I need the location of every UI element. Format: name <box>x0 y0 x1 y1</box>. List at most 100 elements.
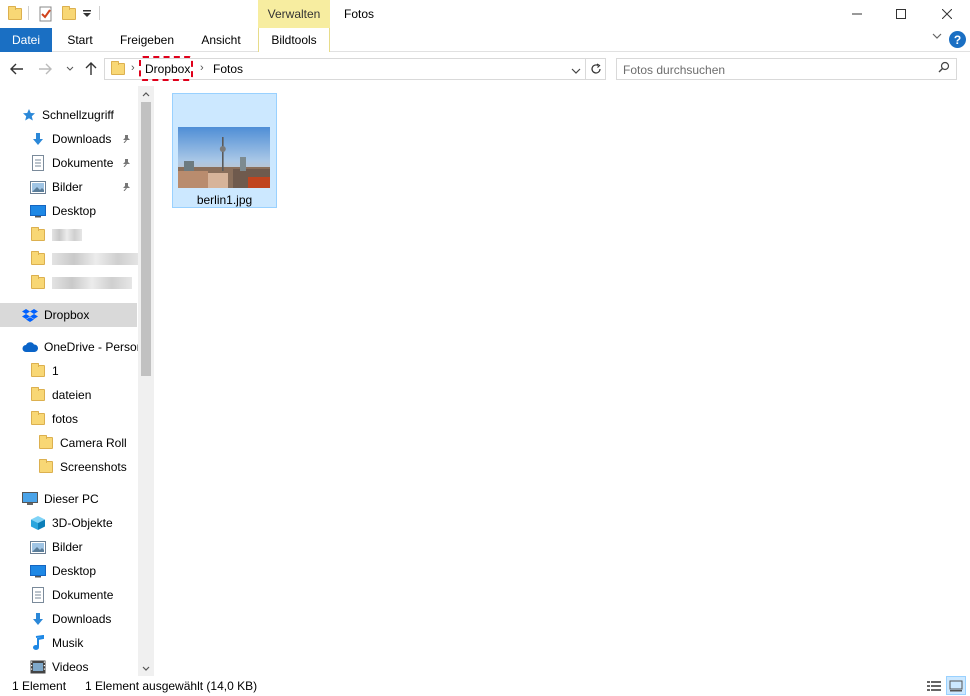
folder-icon <box>30 275 46 291</box>
download-arrow-icon <box>30 131 46 147</box>
forward-button[interactable] <box>36 60 54 78</box>
back-button[interactable] <box>8 60 26 78</box>
dropbox-icon <box>22 307 38 323</box>
nav-item-redacted-folder[interactable] <box>30 248 140 270</box>
breadcrumb-fotos[interactable]: Fotos <box>213 62 243 76</box>
customize-quick-access-icon[interactable] <box>82 5 92 23</box>
refresh-button[interactable] <box>586 58 606 80</box>
ribbon-expand-icon[interactable] <box>932 31 942 43</box>
redacted-label <box>52 277 132 289</box>
nav-item-documents[interactable]: Dokumente <box>30 152 130 174</box>
new-folder-icon[interactable] <box>62 5 76 23</box>
nav-item-videos[interactable]: Videos <box>30 656 88 676</box>
properties-icon[interactable] <box>38 5 54 23</box>
scrollbar-thumb[interactable] <box>141 102 151 376</box>
maximize-button[interactable] <box>878 0 924 28</box>
nav-item-onedrive[interactable]: OneDrive - Persor <box>22 336 141 358</box>
folder-icon <box>38 459 54 475</box>
up-button[interactable] <box>82 60 100 78</box>
highlight-annotation <box>139 56 193 81</box>
cube-3d-icon <box>30 515 46 531</box>
search-input[interactable]: Fotos durchsuchen <box>623 63 725 77</box>
redacted-label <box>52 253 140 265</box>
address-history-icon[interactable] <box>571 64 581 78</box>
large-icons-view-button[interactable] <box>946 676 966 695</box>
file-name: berlin1.jpg <box>196 193 253 207</box>
nav-item-folder-1[interactable]: 1 <box>30 360 59 382</box>
computer-icon <box>22 491 38 507</box>
scroll-up-icon[interactable] <box>138 86 154 102</box>
tab-file[interactable]: Datei <box>0 28 52 52</box>
large-icons-view-icon <box>949 680 963 691</box>
close-icon <box>942 9 952 19</box>
breadcrumb-separator[interactable]: › <box>131 62 135 74</box>
nav-item-pc-documents[interactable]: Dokumente <box>30 584 113 606</box>
nav-item-redacted-folder[interactable] <box>30 272 132 294</box>
arrow-left-icon <box>10 63 23 75</box>
folder-icon <box>30 411 46 427</box>
image-thumbnail <box>178 127 270 188</box>
nav-item-music[interactable]: Musik <box>30 632 83 654</box>
window-title: Fotos <box>344 7 375 21</box>
minimize-icon <box>852 13 862 15</box>
pin-icon[interactable] <box>122 180 131 194</box>
tab-home[interactable]: Start <box>58 28 102 52</box>
search-box[interactable]: Fotos durchsuchen <box>616 58 957 80</box>
download-arrow-icon <box>30 611 46 627</box>
selection-info: 1 Element ausgewählt (14,0 KB) <box>85 679 258 693</box>
nav-item-3d-objects[interactable]: 3D-Objekte <box>30 512 113 534</box>
nav-item-pc-pictures[interactable]: Bilder <box>30 536 83 558</box>
search-icon <box>938 61 950 76</box>
pin-icon[interactable] <box>122 132 131 146</box>
scroll-down-icon[interactable] <box>138 660 154 676</box>
nav-item-desktop[interactable]: Desktop <box>30 200 96 222</box>
nav-item-quick-access[interactable]: Schnellzugriff <box>22 104 114 126</box>
title-bar: Verwalten Fotos <box>0 0 970 28</box>
help-icon[interactable]: ? <box>949 31 966 48</box>
details-view-button[interactable] <box>924 676 944 695</box>
refresh-icon <box>590 63 601 74</box>
redacted-label <box>52 229 82 241</box>
file-item[interactable]: berlin1.jpg <box>172 93 277 208</box>
nav-item-camera-roll[interactable]: Camera Roll <box>38 432 127 454</box>
cloud-icon <box>22 339 38 355</box>
nav-item-pc-downloads[interactable]: Downloads <box>30 608 111 630</box>
nav-item-fotos[interactable]: fotos <box>30 408 78 430</box>
folder-icon <box>38 435 54 451</box>
music-note-icon <box>30 635 46 651</box>
folder-icon <box>30 227 46 243</box>
folder-icon <box>30 387 46 403</box>
nav-item-dropbox[interactable]: Dropbox <box>22 304 89 326</box>
pictures-icon <box>30 539 46 555</box>
context-tab-manage: Verwalten <box>258 0 330 28</box>
nav-item-redacted-folder[interactable] <box>30 224 82 246</box>
arrow-right-icon <box>39 63 52 75</box>
item-count: 1 Element <box>12 679 67 693</box>
tab-picture-tools[interactable]: Bildtools <box>258 28 330 52</box>
nav-item-pc-desktop[interactable]: Desktop <box>30 560 96 582</box>
document-icon <box>30 587 46 603</box>
folder-icon <box>30 251 46 267</box>
pin-icon[interactable] <box>122 156 131 170</box>
nav-item-pictures[interactable]: Bilder <box>30 176 130 198</box>
details-view-icon <box>927 680 941 691</box>
film-icon <box>30 659 46 675</box>
breadcrumb-separator[interactable]: › <box>200 62 204 74</box>
chevron-down-icon <box>66 66 74 71</box>
nav-scrollbar[interactable] <box>138 86 154 676</box>
tab-share[interactable]: Freigeben <box>112 28 182 52</box>
star-icon <box>22 107 36 123</box>
arrow-up-icon <box>85 62 97 75</box>
recent-locations-button[interactable] <box>61 60 79 78</box>
close-button[interactable] <box>924 0 970 28</box>
minimize-button[interactable] <box>834 0 880 28</box>
tab-view[interactable]: Ansicht <box>192 28 250 52</box>
folder-icon <box>111 61 125 78</box>
nav-item-screenshots[interactable]: Screenshots <box>38 456 127 478</box>
nav-item-dateien[interactable]: dateien <box>30 384 91 406</box>
ribbon-tabs: Datei Start Freigeben Ansicht Bildtools … <box>0 28 970 52</box>
nav-item-this-pc[interactable]: Dieser PC <box>22 488 99 510</box>
nav-item-downloads[interactable]: Downloads <box>30 128 130 150</box>
status-bar: 1 Element 1 Element ausgewählt (14,0 KB) <box>0 676 970 696</box>
navigation-pane: Schnellzugriff Downloads Dokumente Bilde… <box>0 86 154 676</box>
